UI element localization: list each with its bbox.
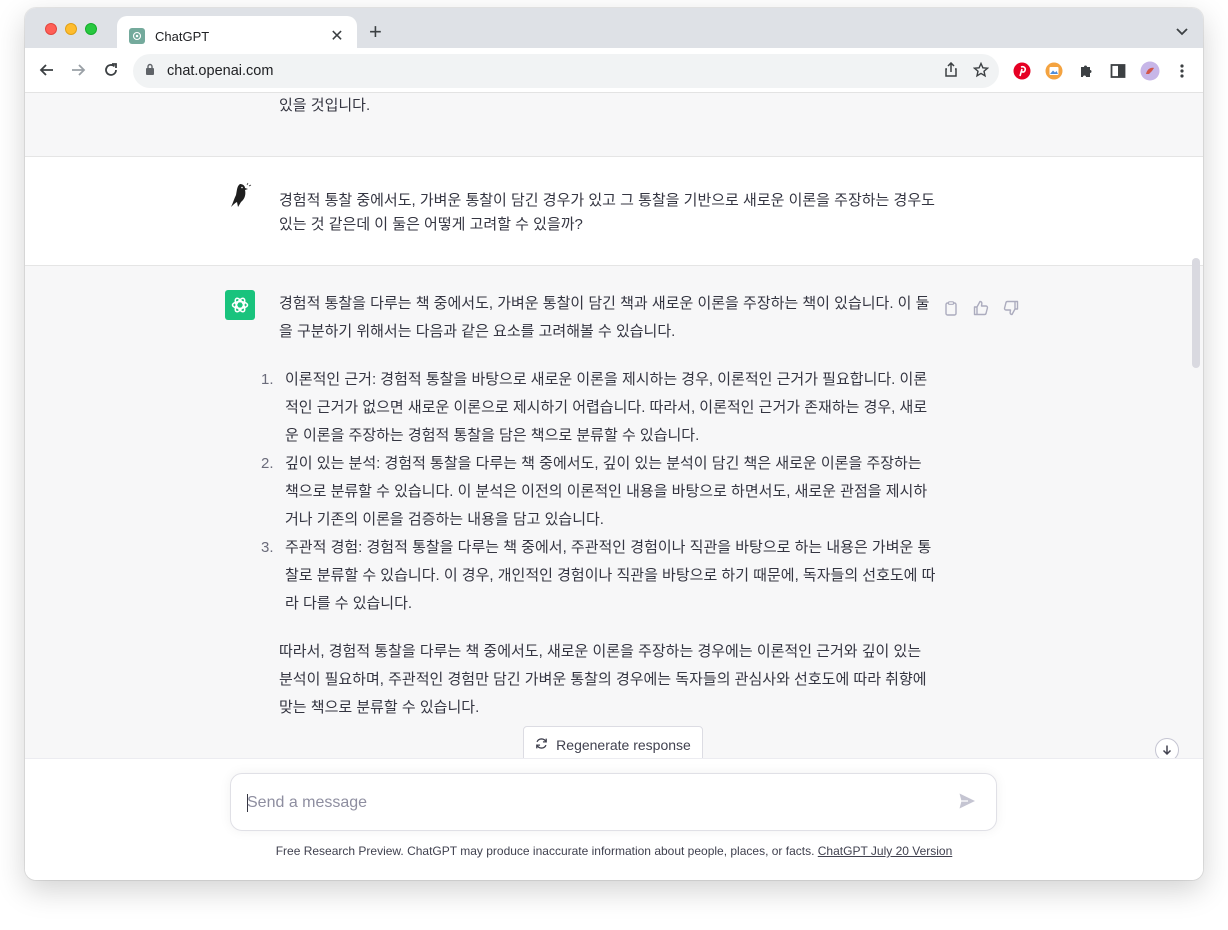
share-icon[interactable] <box>943 61 959 83</box>
ai-message-text: 경험적 통찰을 다루는 책 중에서도, 가벼운 통찰이 담긴 책과 새로운 이론… <box>261 290 939 722</box>
regenerate-response-button[interactable]: Regenerate response <box>523 726 703 758</box>
list-item: 3. 주관적 경험: 경험적 통찰을 다루는 책 중에서, 주관적인 경험이나 직… <box>261 534 939 618</box>
profile-avatar[interactable] <box>1139 60 1161 82</box>
list-item-text: 이론적인 근거: 경험적 통찰을 바탕으로 새로운 이론을 제시하는 경우, 이… <box>285 371 928 444</box>
image-extension-icon[interactable] <box>1043 60 1065 82</box>
tab-search-chevron-icon[interactable] <box>1175 24 1189 38</box>
kebab-menu-icon[interactable] <box>1171 60 1193 82</box>
disclaimer-body: Free Research Preview. ChatGPT may produ… <box>275 844 815 858</box>
regenerate-label: Regenerate response <box>556 737 691 753</box>
browser-toolbar: chat.openai.com <box>25 48 1203 93</box>
minimize-window-button[interactable] <box>65 23 77 35</box>
tab-close-icon[interactable]: ✕ <box>329 26 345 46</box>
previous-message-tail: 있을 것입니다. <box>279 97 371 114</box>
lock-icon <box>145 62 155 80</box>
refresh-icon <box>535 737 548 753</box>
close-window-button[interactable] <box>45 23 57 35</box>
list-item-text: 주관적 경험: 경험적 통찰을 다루는 책 중에서, 주관적인 경험이나 직관을… <box>285 539 936 612</box>
copy-clipboard-icon[interactable] <box>943 300 959 316</box>
extensions-puzzle-icon[interactable] <box>1075 60 1097 82</box>
message-actions <box>943 300 1019 316</box>
url-text[interactable]: chat.openai.com <box>167 63 273 79</box>
new-tab-button[interactable]: + <box>369 20 382 44</box>
bookmark-star-icon[interactable] <box>972 61 990 83</box>
version-link[interactable]: ChatGPT July 20 Version <box>818 844 953 858</box>
side-panel-icon[interactable] <box>1107 60 1129 82</box>
chatgpt-logo-icon <box>225 290 255 320</box>
address-bar[interactable]: chat.openai.com <box>133 54 999 88</box>
ai-conclusion-paragraph: 따라서, 경험적 통찰을 다루는 책 중에서도, 새로운 이론을 주장하는 경우… <box>279 643 927 716</box>
pinterest-extension-icon[interactable] <box>1011 60 1033 82</box>
list-item: 2. 깊이 있는 분석: 경험적 통찰을 다루는 책 중에서도, 깊이 있는 분석… <box>261 450 939 534</box>
user-avatar <box>225 181 253 209</box>
ai-numbered-list: 1. 이론적인 근거: 경험적 통찰을 바탕으로 새로운 이론을 제시하는 경우,… <box>261 366 939 618</box>
browser-window: ChatGPT ✕ + chat.openai.com 있을 것입니다. 경험적… <box>25 8 1203 880</box>
list-number: 2. <box>261 455 274 472</box>
composer-area: Free Research Preview. ChatGPT may produ… <box>25 758 1203 880</box>
list-item-text: 깊이 있는 분석: 경험적 통찰을 다루는 책 중에서도, 깊이 있는 분석이 … <box>285 455 928 528</box>
disclaimer-text: Free Research Preview. ChatGPT may produ… <box>25 844 1203 858</box>
thumbs-up-icon[interactable] <box>973 300 989 316</box>
send-arrow-icon[interactable] <box>958 792 978 812</box>
chatgpt-favicon-icon <box>129 28 145 44</box>
user-message-text: 경험적 통찰 중에서도, 가벼운 통찰이 담긴 경우가 있고 그 통찰을 기반으… <box>279 192 935 233</box>
maximize-window-button[interactable] <box>85 23 97 35</box>
list-number: 3. <box>261 539 274 556</box>
thumbs-down-icon[interactable] <box>1003 300 1019 316</box>
forward-arrow-icon[interactable] <box>68 60 88 80</box>
chat-thread: 있을 것입니다. 경험적 통찰 중에서도, 가벼운 통찰이 담긴 경우가 있고 … <box>25 93 1203 758</box>
scroll-down-arrow-icon[interactable] <box>1155 738 1179 758</box>
ai-intro-paragraph: 경험적 통찰을 다루는 책 중에서도, 가벼운 통찰이 담긴 책과 새로운 이론… <box>279 295 930 340</box>
vertical-scrollbar[interactable] <box>1192 258 1200 368</box>
message-input[interactable] <box>247 789 927 817</box>
tab-title: ChatGPT <box>155 28 210 44</box>
message-input-box[interactable] <box>230 773 997 831</box>
reload-icon[interactable] <box>101 60 121 80</box>
back-arrow-icon[interactable] <box>37 60 57 80</box>
list-number: 1. <box>261 371 274 388</box>
list-item: 1. 이론적인 근거: 경험적 통찰을 바탕으로 새로운 이론을 제시하는 경우,… <box>261 366 939 450</box>
message-divider <box>25 156 1203 157</box>
